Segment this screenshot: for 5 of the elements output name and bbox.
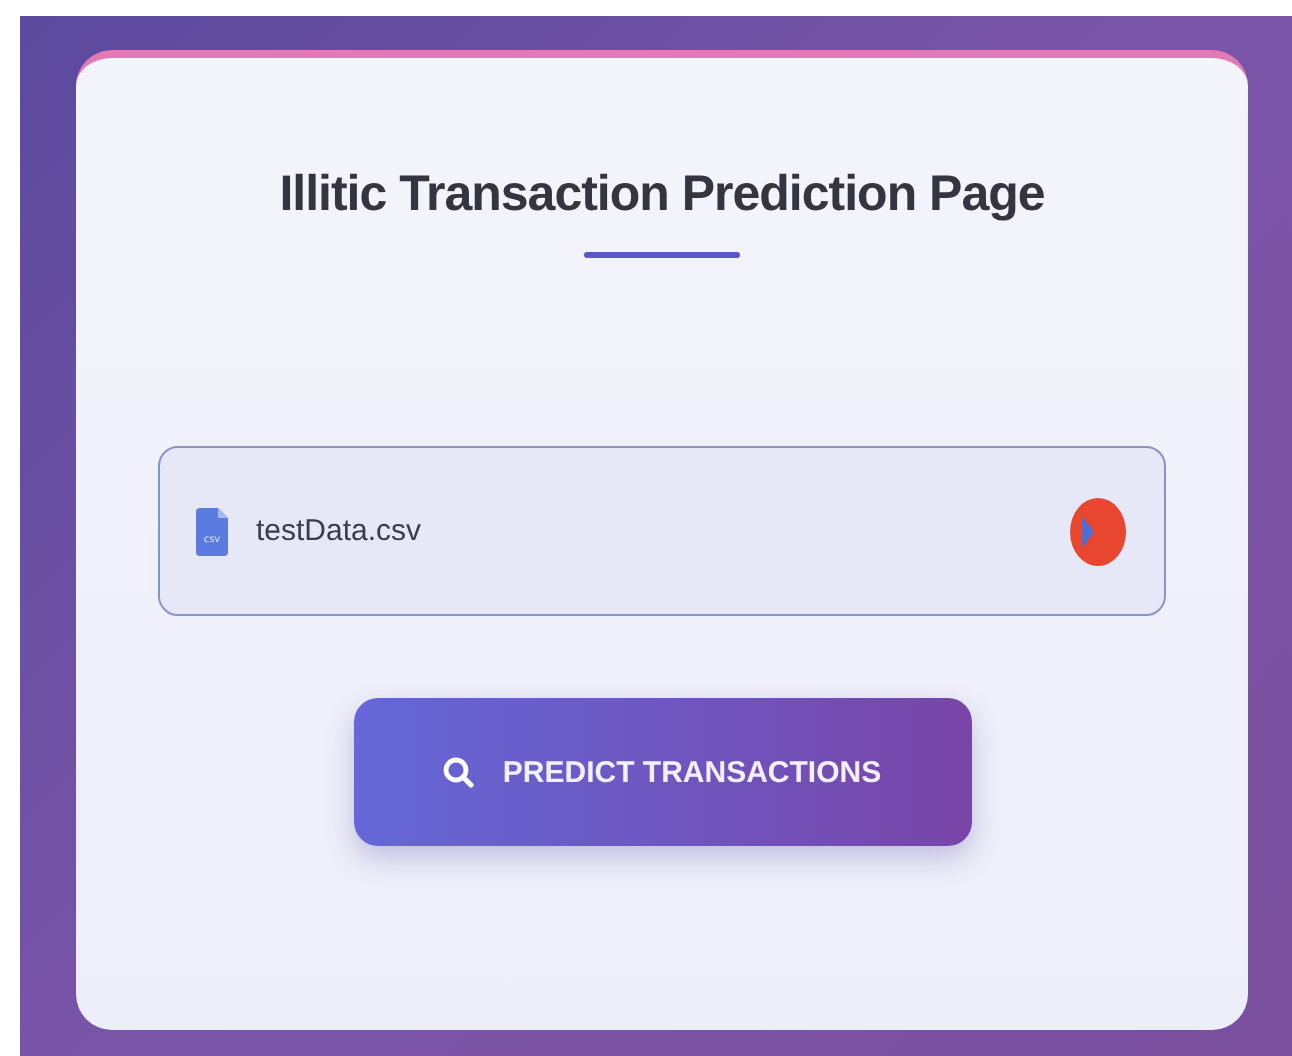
file-name: testData.csv <box>256 514 424 548</box>
page-title: Illitic Transaction Prediction Page <box>279 166 1045 224</box>
circle-icon[interactable] <box>1068 495 1128 567</box>
search-icon <box>442 756 475 788</box>
predict-button[interactable]: PREDICT TRANSACTIONS <box>353 698 971 846</box>
